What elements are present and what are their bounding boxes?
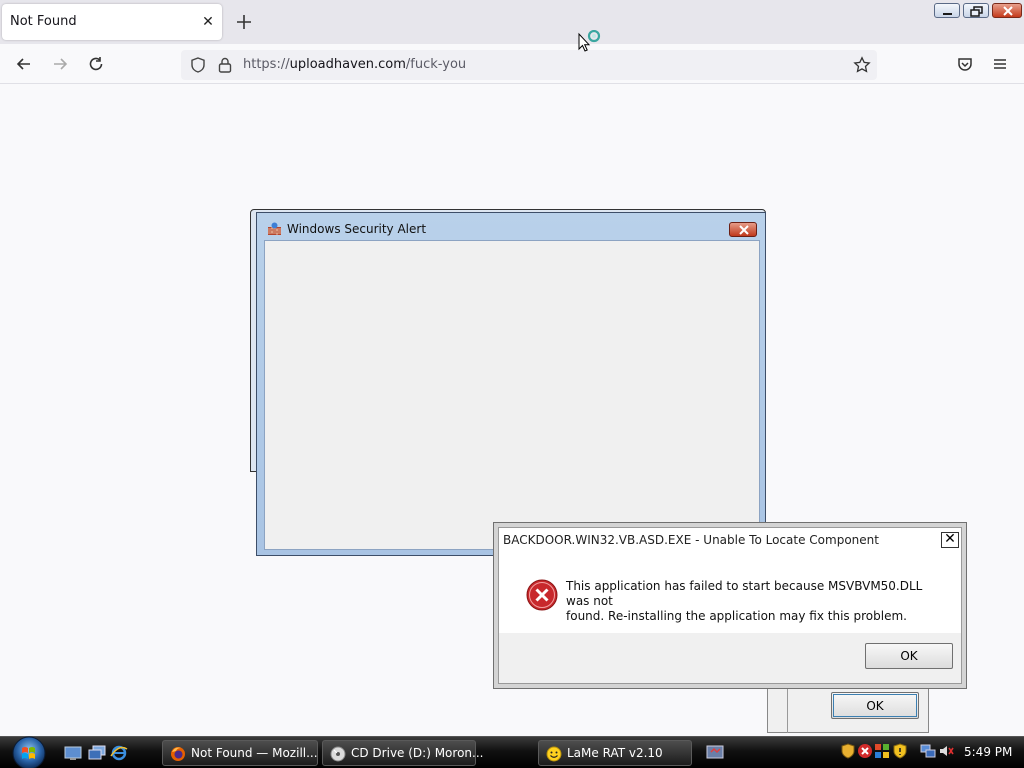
tab-title: Not Found: [10, 14, 77, 29]
error-message: This application has failed to start bec…: [566, 579, 946, 624]
taskbar-button-cd-drive[interactable]: CD Drive (D:) Moron...: [322, 740, 483, 766]
reload-icon[interactable]: [86, 54, 106, 74]
volume-muted-tray-icon[interactable]: [938, 743, 954, 759]
taskbar-button-label: LaMe RAT v2.10: [567, 746, 663, 760]
tab-not-found[interactable]: Not Found ✕: [2, 4, 222, 40]
error-message-line-2: found. Re-installing the application may…: [566, 609, 907, 623]
smiley-icon: [546, 746, 562, 762]
window-restore-button[interactable]: [963, 3, 989, 18]
url-prefix: https://: [243, 57, 290, 72]
cd-drive-icon: [330, 746, 346, 762]
firewall-icon: [268, 222, 281, 235]
show-desktop-icon[interactable]: [64, 745, 82, 761]
security-alert-title: Windows Security Alert: [287, 222, 427, 236]
security-alert-close-button[interactable]: [729, 222, 757, 237]
taskbar-clock[interactable]: 5:49 PM: [964, 745, 1012, 759]
internet-explorer-icon[interactable]: [110, 745, 128, 761]
network-tray-icon[interactable]: [920, 743, 936, 759]
taskbar-button-label: Not Found — Mozill...: [191, 746, 318, 760]
tracking-shield-icon[interactable]: [189, 56, 207, 74]
windows-security-alert-window: Windows Security Alert: [256, 212, 766, 556]
windows-security-center-tray-icon[interactable]: [874, 743, 890, 759]
start-button[interactable]: [8, 735, 50, 768]
background-dialog-divider: [787, 686, 788, 733]
pocket-icon[interactable]: [955, 54, 975, 74]
lock-icon[interactable]: [217, 56, 233, 74]
url-bar[interactable]: https://uploadhaven.com/fuck-you: [181, 50, 877, 80]
error-message-area: This application has failed to start bec…: [499, 552, 961, 633]
tab-strip: Not Found ✕: [0, 0, 1024, 44]
taskbar: Not Found — Mozill... CD Drive (D:) Moro…: [0, 736, 1024, 768]
security-alert-body: [264, 240, 760, 550]
background-dialog: OK: [767, 686, 929, 733]
navigation-toolbar: https://uploadhaven.com/fuck-you: [0, 44, 1024, 84]
system-tray: [836, 741, 956, 765]
switch-windows-icon[interactable]: [88, 745, 106, 761]
window-minimize-button[interactable]: [934, 3, 960, 18]
url-path: /fuck-you: [405, 57, 467, 72]
error-dialog-close-icon[interactable]: ✕: [941, 532, 959, 548]
taskbar-button-firefox[interactable]: Not Found — Mozill...: [162, 740, 318, 766]
error-icon: [526, 579, 558, 611]
url-text[interactable]: https://uploadhaven.com/fuck-you: [243, 57, 466, 72]
background-ok-button[interactable]: OK: [831, 692, 919, 719]
forward-arrow-icon[interactable]: [50, 54, 70, 74]
error-dialog-frame: BACKDOOR.WIN32.VB.ASD.EXE - Unable To Lo…: [498, 527, 962, 684]
plus-icon[interactable]: [234, 12, 254, 32]
taskbar-button-label: CD Drive (D:) Moron...: [351, 746, 484, 760]
error-ok-button[interactable]: OK: [865, 643, 953, 669]
window-close-button[interactable]: [992, 3, 1022, 18]
taskbar-button-lame-rat[interactable]: LaMe RAT v2.10: [538, 740, 692, 766]
app-tray-icon[interactable]: [705, 743, 725, 763]
error-dialog: BACKDOOR.WIN32.VB.ASD.EXE - Unable To Lo…: [493, 522, 967, 689]
url-host: uploadhaven.com: [289, 57, 406, 72]
security-shield-tray-icon[interactable]: [840, 743, 856, 759]
tab-close-icon[interactable]: ✕: [200, 14, 216, 30]
back-arrow-icon[interactable]: [14, 54, 34, 74]
firefox-icon: [171, 747, 185, 761]
hamburger-menu-icon[interactable]: [990, 54, 1010, 74]
error-message-line-1: This application has failed to start bec…: [566, 579, 923, 608]
busy-cursor-icon: [578, 30, 601, 52]
error-dialog-title: BACKDOOR.WIN32.VB.ASD.EXE - Unable To Lo…: [503, 533, 879, 547]
error-dialog-titlebar[interactable]: BACKDOOR.WIN32.VB.ASD.EXE - Unable To Lo…: [499, 528, 961, 552]
update-warning-tray-icon[interactable]: [892, 743, 908, 759]
error-tray-icon[interactable]: [857, 743, 873, 759]
star-icon[interactable]: [853, 56, 871, 74]
